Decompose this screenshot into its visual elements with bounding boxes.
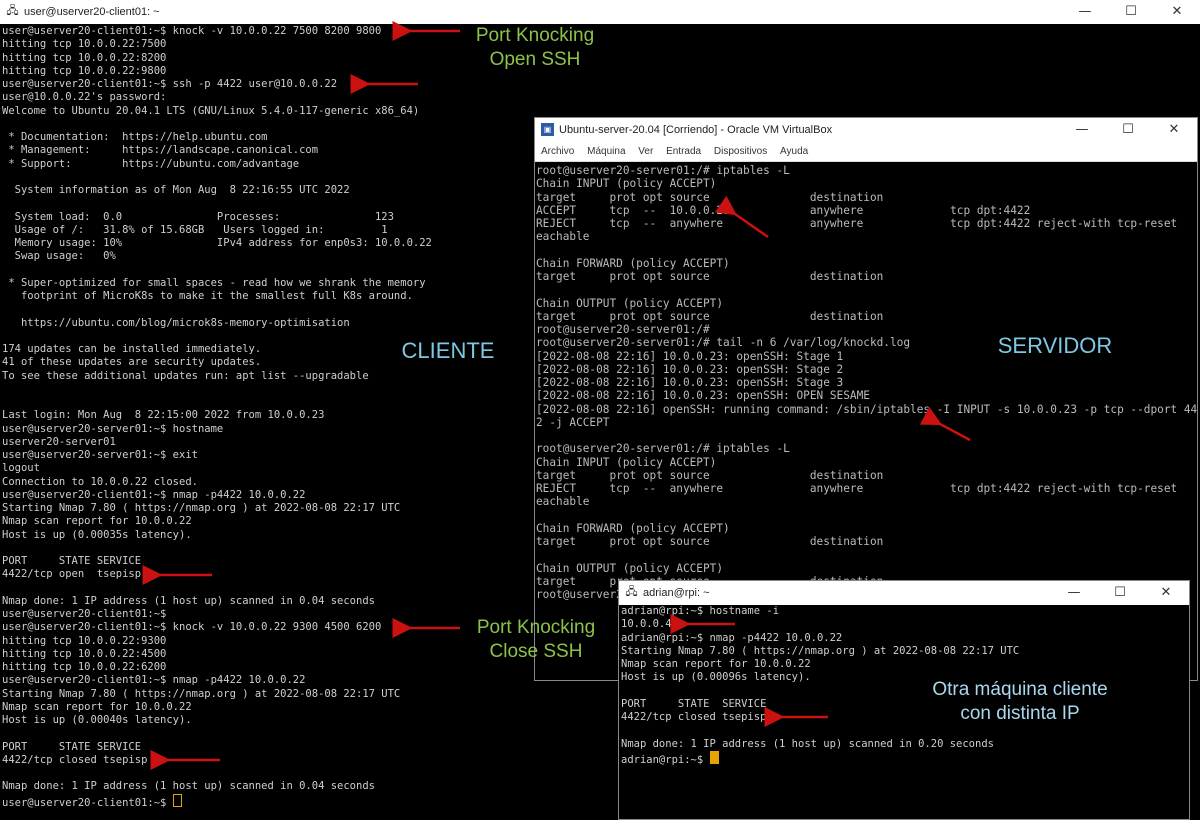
minimize-button[interactable]: — [1062,0,1108,24]
minimize-button[interactable]: — [1051,581,1097,605]
terminal-line: Starting Nmap 7.80 ( https://nmap.org ) … [621,644,1020,657]
maximize-button[interactable]: ☐ [1097,581,1143,605]
terminal-line: target prot opt source destination [536,190,884,204]
putty-icon: 🖧 [625,586,638,598]
terminal-line: target prot opt source destination [536,468,884,482]
terminal-line: root@userver20-server01:/# iptables -L [536,442,790,456]
virtualbox-window-title: Ubuntu-server-20.04 [Corriendo] - Oracle… [559,124,833,136]
close-button[interactable]: ✕ [1151,118,1197,142]
terminal-line: Nmap done: 1 IP address (1 host up) scan… [621,737,994,750]
menu-dispositivos[interactable]: Dispositivos [714,142,767,161]
terminal-line: eachable [536,230,590,244]
terminal-line: target prot opt source destination [536,535,884,548]
terminal-cursor [172,793,182,807]
terminal-line: [2022-08-08 22:16] openSSH: running comm… [536,402,1197,416]
annotation-open-ssh: Port Knocking Open SSH [475,25,595,70]
annotation-close-ssh: Port Knocking Close SSH [476,617,596,662]
terminal-line: target prot opt source destination [536,309,884,323]
terminal-line: 2 -j ACCEPT [536,415,610,429]
putty-icon: 🖧 [6,5,19,17]
terminal-prompt: adrian@rpi:~$ [621,753,710,766]
terminal-line: user@10.0.0.22's password: [2,91,167,104]
close-button[interactable]: ✕ [1143,581,1189,605]
terminal-line: eachable [536,495,590,509]
terminal-line: Chain INPUT (policy ACCEPT) [536,177,717,191]
annotation-cliente: CLIENTE [401,338,495,363]
terminal-line: adrian@rpi:~$ hostname -i [621,605,780,617]
terminal-prompt: user@userver20-client01:~$ [2,796,173,809]
terminal-line: 10.0.0.40 [621,618,678,631]
menu-archivo[interactable]: Archivo [541,142,574,161]
terminal-line: ACCEPT tcp -- 10.0.0.23 anywhere tcp dpt… [536,203,1031,217]
terminal-line: [2022-08-08 22:16] 10.0.0.23: openSSH: O… [536,389,870,403]
terminal-line: [2022-08-08 22:16] 10.0.0.23: openSSH: S… [536,376,844,389]
terminal-line: user@userver20-client01:~$ ssh -p 4422 u… [2,78,338,90]
terminal-line: target prot opt source destination [536,270,884,283]
terminal-line: Chain INPUT (policy ACCEPT) [536,455,717,469]
terminal-line: Chain FORWARD (policy ACCEPT) [536,256,730,270]
maximize-button[interactable]: ☐ [1108,0,1154,24]
terminal-line: Chain OUTPUT (policy ACCEPT) [536,561,724,575]
menu-ayuda[interactable]: Ayuda [780,142,808,161]
virtualbox-menu-bar: Archivo Máquina Ver Entrada Dispositivos… [535,142,1197,162]
server-console-output: root@userver20-server01:/# iptables -L Ch… [535,162,1197,601]
terminal-line: Chain OUTPUT (policy ACCEPT) [536,296,724,310]
menu-ver[interactable]: Ver [638,142,653,161]
terminal-line: adrian@rpi:~$ nmap -p4422 10.0.0.22 [621,631,843,644]
minimize-button[interactable]: — [1059,118,1105,142]
terminal-line: REJECT tcp -- anywhere anywhere tcp dpt:… [536,217,1178,230]
rpi-title-bar[interactable]: 🖧 adrian@rpi: ~ — ☐ ✕ [619,581,1189,605]
virtualbox-icon: ▣ [541,123,554,136]
menu-entrada[interactable]: Entrada [666,142,701,161]
close-button[interactable]: ✕ [1154,0,1200,24]
maximize-button[interactable]: ☐ [1105,118,1151,142]
terminal-line: REJECT tcp -- anywhere anywhere tcp dpt:… [536,482,1178,495]
menu-maquina[interactable]: Máquina [587,142,625,161]
terminal-line: [2022-08-08 22:16] 10.0.0.23: openSSH: S… [536,362,844,376]
terminal-line: root@userver20-server01:/# iptables -L [536,164,790,177]
terminal-cursor [709,750,719,764]
terminal-line: Chain FORWARD (policy ACCEPT) [536,521,730,535]
virtualbox-title-bar[interactable]: ▣ Ubuntu-server-20.04 [Corriendo] - Orac… [535,118,1197,142]
terminal-prompt-line[interactable]: adrian@rpi:~$ [621,750,1189,767]
client-title-bar[interactable]: 🖧 user@userver20-client01: ~ — ☐ ✕ [0,0,1200,24]
client-window-title: user@userver20-client01: ~ [24,6,160,18]
rpi-window-title: adrian@rpi: ~ [643,587,710,599]
annotation-servidor: SERVIDOR [997,333,1113,358]
terminal-line: Welcome to Ubuntu 20.04.1 LTS (GNU/Linux… [2,104,420,117]
annotation-otra-maquina: Otra máquina cliente con distinta IP [932,679,1108,724]
terminal-line: Nmap scan report for 10.0.0.22 [621,658,811,670]
